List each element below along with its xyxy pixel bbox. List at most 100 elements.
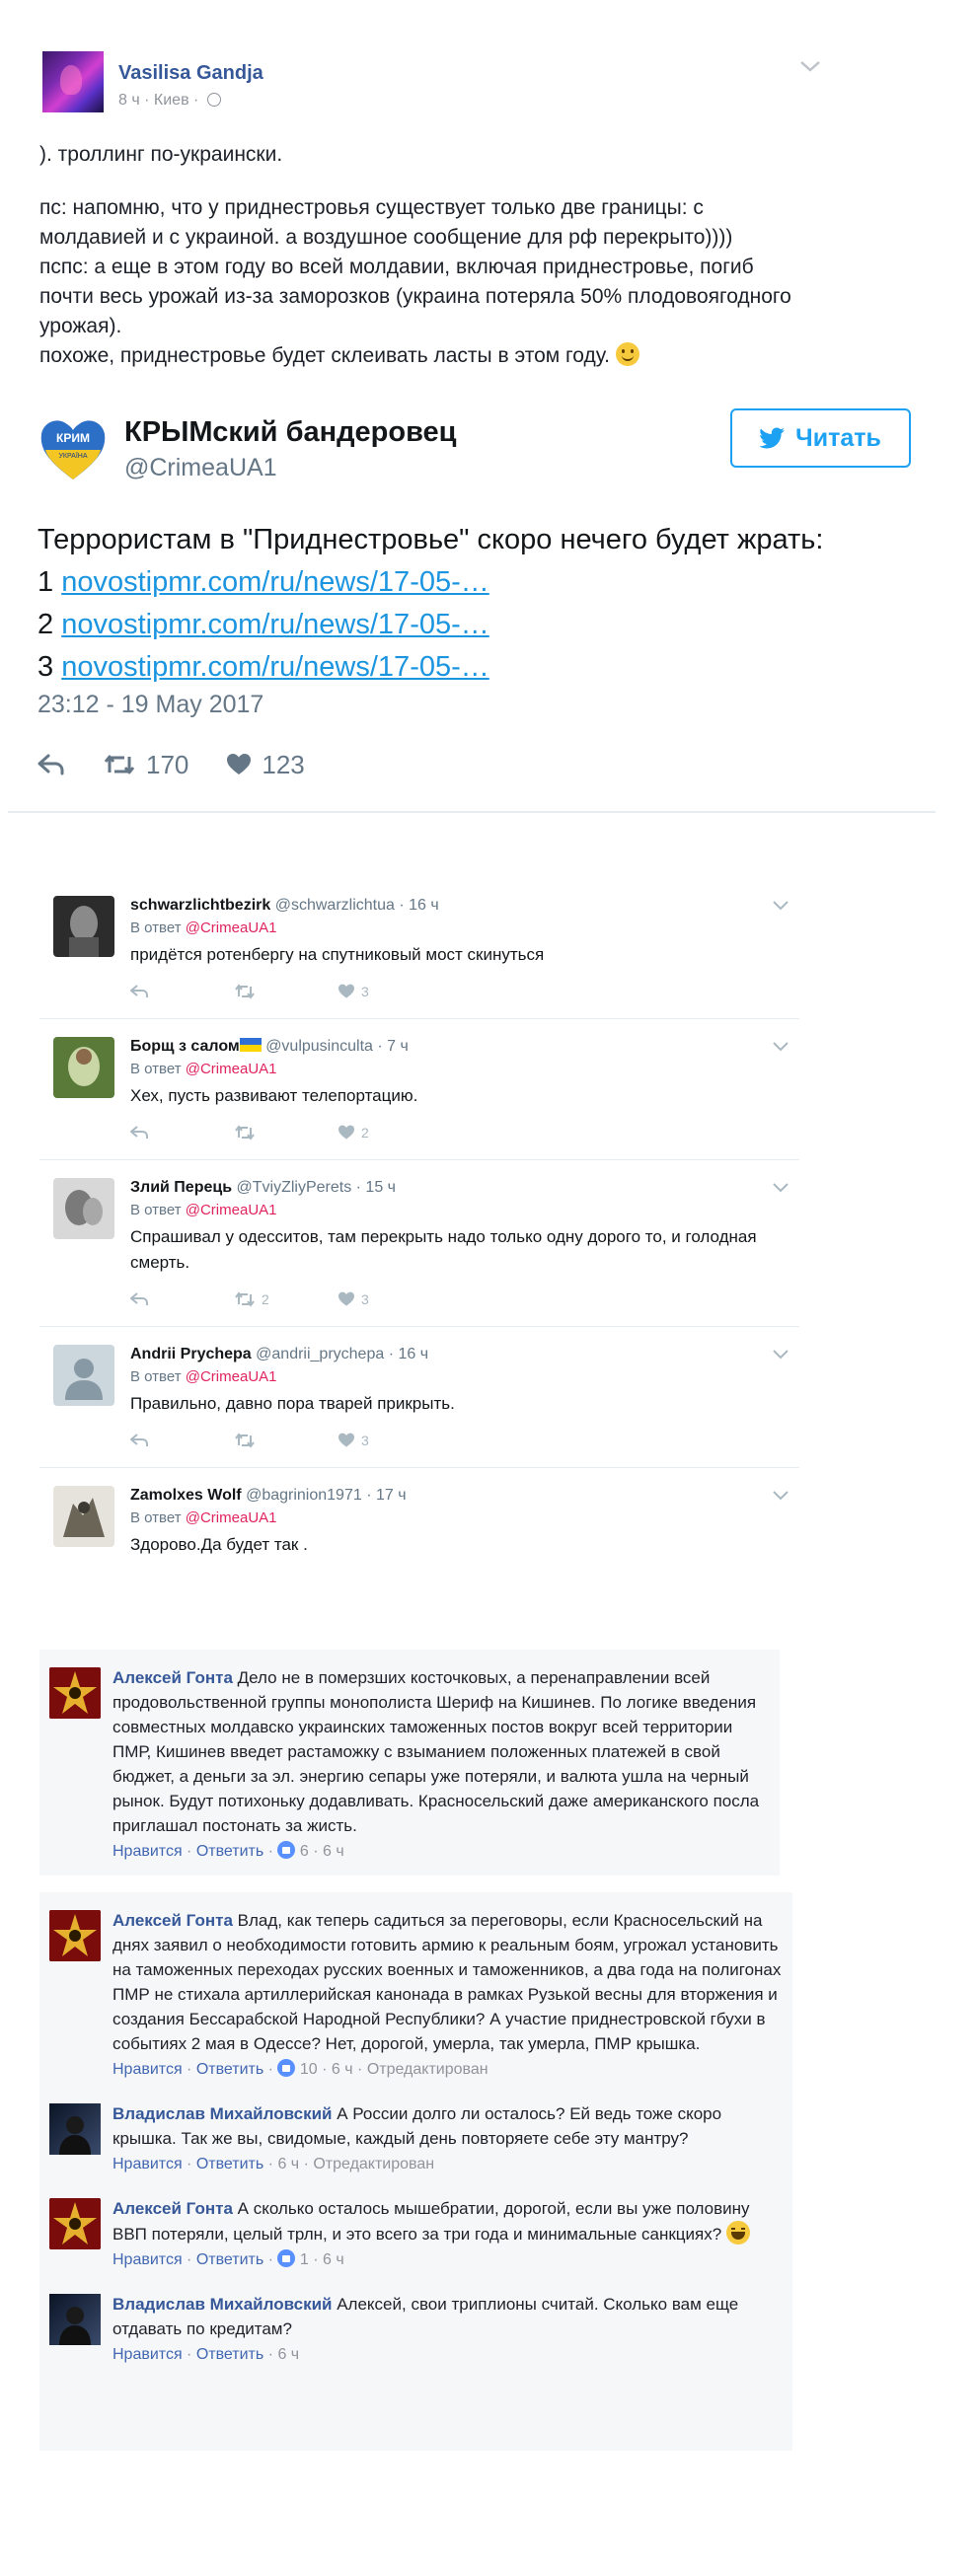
like-count[interactable]: 1 — [300, 2251, 309, 2268]
like-button[interactable]: 2 — [338, 1125, 441, 1141]
reply-author-name[interactable]: schwarzlichtbezirk — [130, 897, 270, 914]
link-number: 1 — [38, 566, 54, 598]
mention-link[interactable]: @CrimeaUA1 — [186, 1202, 277, 1218]
default-avatar-icon[interactable] — [53, 1345, 114, 1406]
user-avatar[interactable] — [53, 1486, 114, 1547]
divider — [8, 811, 936, 813]
mention-link[interactable]: @CrimeaUA1 — [186, 1368, 277, 1385]
reply-link[interactable]: Ответить — [196, 2061, 263, 2078]
comment-time[interactable]: 6 ч — [323, 1843, 344, 1860]
reply-icon — [130, 1434, 148, 1446]
like-link[interactable]: Нравится — [113, 2156, 183, 2172]
reply-author-handle[interactable]: @TviyZliyPerets — [237, 1179, 352, 1196]
retweet-icon — [235, 1125, 255, 1141]
reply-button[interactable] — [130, 985, 234, 998]
tweet-link[interactable]: novostipmr.com/ru/news/17-05-… — [61, 566, 489, 598]
dark-photo-avatar[interactable] — [49, 2294, 101, 2345]
reply-author-handle[interactable]: @bagrinion1971 — [246, 1487, 362, 1504]
reply-time[interactable]: · 7 ч — [377, 1038, 408, 1055]
reply-time[interactable]: · 15 ч — [356, 1179, 396, 1196]
comment-time[interactable]: 6 ч — [277, 2156, 299, 2172]
reply-author-handle[interactable]: @andrii_prychepa — [256, 1346, 384, 1362]
edited-label[interactable]: Отредактирован — [313, 2156, 434, 2172]
tweet-author-name[interactable]: КРЫМский бандеровец — [124, 416, 457, 449]
like-button[interactable]: 3 — [338, 1433, 441, 1448]
comment-author[interactable]: Алексей Гонта — [113, 2199, 233, 2218]
author-name[interactable]: Vasilisa Gandja — [118, 62, 263, 85]
follow-button[interactable]: Читать — [730, 408, 911, 468]
reply-button[interactable] — [130, 1126, 234, 1140]
reply-time[interactable]: · 17 ч — [366, 1487, 406, 1504]
user-avatar[interactable] — [53, 896, 114, 957]
reply-link[interactable]: Ответить — [196, 2346, 263, 2363]
comment-time[interactable]: 6 ч — [277, 2346, 299, 2363]
retweet-button[interactable] — [234, 1433, 338, 1448]
like-button[interactable]: 3 — [338, 984, 441, 999]
like-count[interactable]: 10 — [300, 2061, 318, 2078]
user-avatar[interactable] — [53, 1178, 114, 1239]
comment-body: Владислав Михайловский Алексей, свои три… — [113, 2292, 783, 2341]
like-count[interactable]: 6 — [300, 1843, 309, 1860]
chevron-down-icon[interactable] — [772, 900, 789, 912]
chevron-down-icon[interactable] — [799, 59, 821, 73]
reply-button[interactable] — [130, 1292, 234, 1306]
chevron-down-icon[interactable] — [772, 1041, 789, 1053]
post-body: ). троллинг по-украински. пс: напомню, ч… — [39, 140, 799, 371]
mention-link[interactable]: @CrimeaUA1 — [186, 920, 277, 936]
reply-author-handle[interactable]: @schwarzlichtua — [275, 897, 395, 914]
chevron-down-icon[interactable] — [772, 1349, 789, 1361]
reply-link[interactable]: Ответить — [196, 2156, 263, 2172]
like-link[interactable]: Нравится — [113, 2346, 183, 2363]
tweet-link[interactable]: novostipmr.com/ru/news/17-05-… — [61, 609, 489, 640]
comment-item: Алексей Гонта Влад, как теперь садиться … — [49, 1908, 783, 2082]
emblem-avatar[interactable] — [49, 1910, 101, 1961]
post-location[interactable]: Киев — [154, 92, 189, 109]
like-link[interactable]: Нравится — [113, 2061, 183, 2078]
reply-context: В ответ @CrimeaUA1 — [130, 1199, 799, 1222]
reply-link[interactable]: Ответить — [196, 1843, 263, 1860]
retweet-button[interactable] — [234, 984, 338, 999]
post-time[interactable]: 8 ч — [118, 92, 140, 109]
like-link[interactable]: Нравится — [113, 2251, 183, 2268]
retweet-button[interactable]: 170 — [103, 750, 188, 780]
retweet-button[interactable] — [234, 1125, 338, 1141]
comment-time[interactable]: 6 ч — [323, 2251, 344, 2268]
user-avatar[interactable] — [53, 1037, 114, 1098]
tweet-body: Террористам в "Приднестровье" скоро нече… — [38, 519, 916, 689]
reply-time[interactable]: · 16 ч — [399, 897, 438, 914]
author-avatar[interactable] — [42, 51, 104, 112]
dark-photo-avatar[interactable] — [49, 2103, 101, 2155]
reply-author-name[interactable]: Злий Перець — [130, 1179, 232, 1196]
mention-link[interactable]: @CrimeaUA1 — [186, 1061, 277, 1077]
comment-text: Влад, как теперь садиться за переговоры,… — [113, 1911, 782, 2053]
tweet-link[interactable]: novostipmr.com/ru/news/17-05-… — [61, 651, 489, 683]
reply-item: Zamolxes Wolf @bagrinion1971 · 17 ч В от… — [39, 1468, 799, 1575]
reply-time[interactable]: · 16 ч — [389, 1346, 428, 1362]
chevron-down-icon[interactable] — [772, 1182, 789, 1194]
reply-button[interactable] — [38, 754, 65, 775]
like-button[interactable]: 123 — [226, 750, 305, 780]
emblem-avatar[interactable] — [49, 1667, 101, 1719]
tweet-author-handle[interactable]: @CrimeaUA1 — [124, 454, 277, 482]
like-button[interactable]: 3 — [338, 1291, 441, 1307]
comment-author[interactable]: Алексей Гонта — [113, 1668, 233, 1687]
reply-author-name[interactable]: Борщ з салом — [130, 1038, 240, 1055]
crimea-heart-avatar[interactable]: КРИМ УКРАЇНА — [38, 414, 109, 485]
like-link[interactable]: Нравится — [113, 1843, 183, 1860]
retweet-button[interactable]: 2 — [234, 1291, 338, 1307]
reply-author-name[interactable]: Zamolxes Wolf — [130, 1487, 242, 1504]
reply-button[interactable] — [130, 1434, 234, 1447]
comment-author[interactable]: Владислав Михайловский — [113, 2295, 332, 2314]
chevron-down-icon[interactable] — [772, 1490, 789, 1502]
comment-time[interactable]: 6 ч — [332, 2061, 353, 2078]
comment-author[interactable]: Владислав Михайловский — [113, 2104, 332, 2123]
edited-label[interactable]: Отредактирован — [367, 2061, 488, 2078]
reply-author-handle[interactable]: @vulpusinculta — [265, 1038, 373, 1055]
reply-link[interactable]: Ответить — [196, 2251, 263, 2268]
tweet-date[interactable]: 23:12 - 19 May 2017 — [38, 691, 263, 719]
reply-context: В ответ @CrimeaUA1 — [130, 1507, 799, 1530]
comment-author[interactable]: Алексей Гонта — [113, 1911, 233, 1930]
reply-author-name[interactable]: Andrii Prychepa — [130, 1346, 252, 1362]
emblem-avatar[interactable] — [49, 2198, 101, 2249]
mention-link[interactable]: @CrimeaUA1 — [186, 1509, 277, 1526]
